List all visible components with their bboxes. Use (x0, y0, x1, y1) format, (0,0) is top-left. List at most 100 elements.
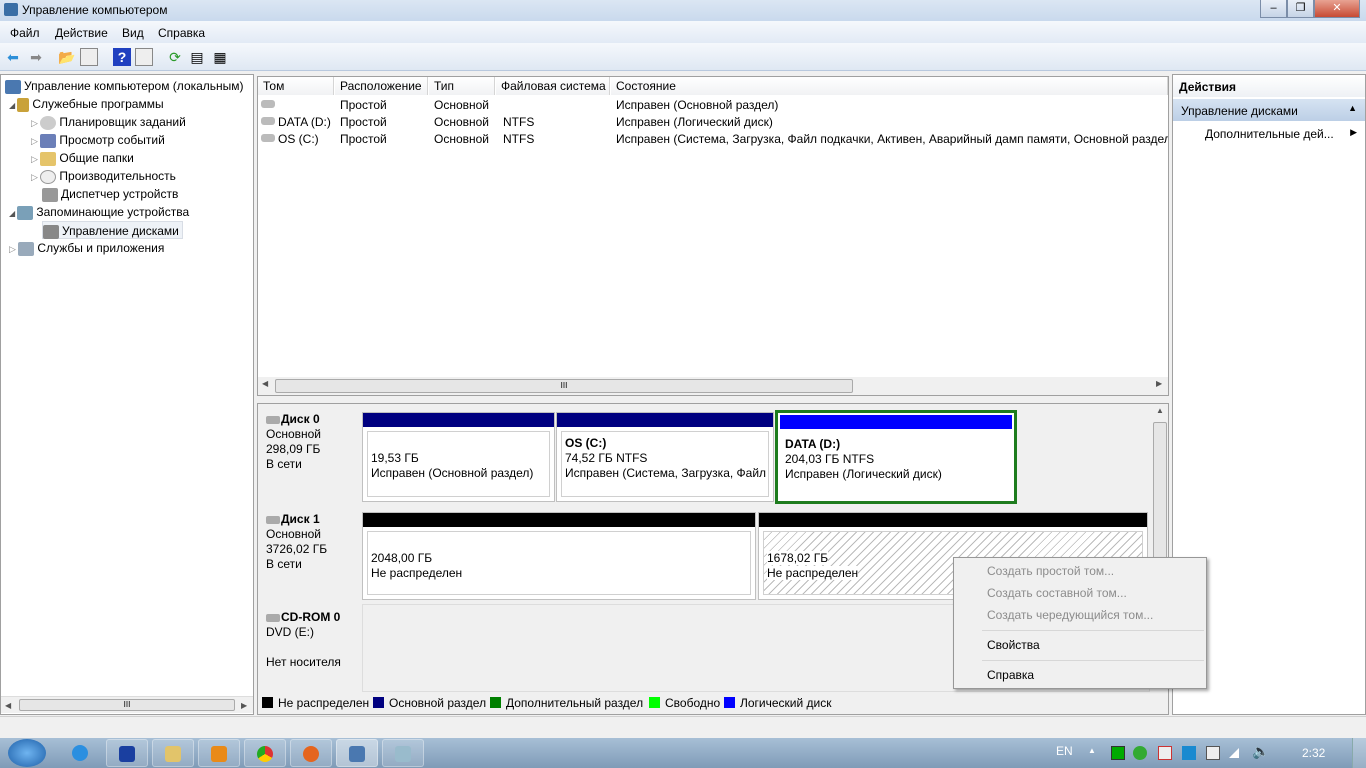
menu-item-new-spanned-volume[interactable]: Создать составной том... (987, 586, 1127, 600)
disk-1-label[interactable]: Диск 1 Основной 3726,02 ГБ В сети (258, 506, 360, 602)
tree-item-system-tools[interactable]: ◢ Служебные программы (9, 95, 164, 113)
taskbar-app-1[interactable] (106, 739, 148, 767)
menu-bar: Файл Действие Вид Справка (0, 21, 1366, 43)
start-button[interactable] (8, 739, 46, 767)
tree-item-disk-management[interactable]: Управление дисками (42, 221, 183, 239)
cell: OS (C:) (278, 132, 319, 146)
taskbar-chrome[interactable] (244, 739, 286, 767)
tree-label: Службы и приложения (37, 241, 165, 255)
menu-item-properties[interactable]: Свойства (987, 638, 1040, 652)
storage-icon (17, 205, 34, 220)
computer-icon (5, 79, 21, 94)
tree-label: Производительность (59, 169, 176, 183)
column-volume[interactable]: Том (258, 77, 334, 95)
taskbar-media-player[interactable] (198, 739, 240, 767)
tree-item-task-scheduler[interactable]: ▷ Планировщик заданий (31, 113, 186, 131)
tray-volume-icon[interactable]: 🔈 (1252, 743, 1269, 760)
rescan-disks-icon[interactable]: ▦ (211, 48, 229, 66)
partition-primary[interactable]: 19,53 ГБ Исправен (Основной раздел) (362, 412, 555, 502)
collapse-icon: ▲ (1348, 103, 1357, 113)
tree-item-performance[interactable]: ▷ Производительность (31, 167, 176, 185)
column-status[interactable]: Состояние (611, 77, 1168, 95)
scroll-thumb[interactable]: III (19, 699, 235, 711)
menu-item-new-striped-volume[interactable]: Создать чередующийся том... (987, 608, 1153, 622)
partition-os-c[interactable]: OS (C:) 74,52 ГБ NTFS Исправен (Система, З… (556, 412, 774, 502)
taskbar-explorer[interactable] (152, 739, 194, 767)
refresh-icon[interactable]: ⟳ (166, 48, 184, 66)
tree-item-device-manager[interactable]: Диспетчер устройств (42, 185, 178, 203)
maximize-button[interactable]: ❐ (1287, 0, 1314, 18)
tree-root[interactable]: Управление компьютером (локальным) (5, 77, 244, 95)
tree-item-services-apps[interactable]: ▷ Службы и приложения (9, 239, 164, 257)
show-hide-action-pane-icon[interactable] (135, 48, 153, 66)
close-button[interactable]: ✕ (1314, 0, 1360, 18)
help-icon[interactable]: ? (113, 48, 131, 66)
column-filesystem[interactable]: Файловая система (496, 77, 610, 95)
volume-list: Том Расположение Тип Файловая система Со… (257, 76, 1169, 396)
disk-icon (266, 515, 280, 524)
cell: Основной (434, 132, 490, 146)
taskbar-firefox[interactable] (290, 739, 332, 767)
volume-list-horizontal-scrollbar[interactable]: ◀ III ▶ (258, 377, 1168, 395)
tray-power-icon[interactable] (1206, 746, 1220, 760)
properties-icon[interactable]: ▤ (188, 48, 206, 66)
tree-horizontal-scrollbar[interactable]: ◀ III ▶ (1, 696, 253, 713)
minimize-button[interactable]: – (1260, 0, 1287, 18)
tray-usb-safe-remove-icon[interactable] (1133, 746, 1147, 760)
disk-status: В сети (266, 457, 302, 471)
taskbar-paint[interactable] (382, 739, 424, 767)
show-hidden-icons[interactable]: ▲ (1088, 746, 1096, 755)
show-desktop-button[interactable] (1352, 738, 1366, 768)
device-manager-icon (42, 187, 58, 202)
cdrom-0-label[interactable]: CD-ROM 0 DVD (E:) Нет носителя (258, 604, 360, 692)
event-log-icon (40, 133, 57, 148)
partition-unallocated-1[interactable]: 2048,00 ГБ Не распределен (362, 512, 756, 600)
tray-action-center-icon[interactable] (1158, 746, 1172, 760)
tree-root-label: Управление компьютером (локальным) (24, 79, 244, 93)
tray-wireless-app-icon[interactable] (1182, 746, 1196, 760)
tree-label: Запоминающие устройства (36, 205, 190, 219)
tree-item-storage[interactable]: ◢ Запоминающие устройства (9, 203, 189, 221)
back-icon[interactable]: ⬅ (4, 48, 22, 66)
column-type[interactable]: Тип (429, 77, 495, 95)
partition-size: 1678,02 ГБ (767, 551, 829, 565)
table-row[interactable]: Простой Основной Исправен (Основной разд… (258, 97, 1168, 114)
tray-monitor-icon[interactable] (1111, 746, 1125, 760)
menu-help[interactable]: Справка (158, 26, 205, 40)
tray-network-icon[interactable] (1229, 748, 1239, 758)
show-hide-tree-icon[interactable] (80, 48, 98, 66)
tree-label: Общие папки (59, 151, 134, 165)
window-title: Управление компьютером (22, 3, 168, 17)
cell: Основной (434, 98, 490, 112)
submenu-arrow-icon: ▶ (1350, 127, 1357, 137)
forward-icon[interactable]: ➡ (27, 48, 45, 66)
language-indicator[interactable]: EN (1056, 744, 1073, 758)
taskbar-ie[interactable] (60, 739, 102, 767)
legend-primary: Основной раздел (373, 696, 486, 710)
disk-0-label[interactable]: Диск 0 Основной 298,09 ГБ В сети (258, 406, 360, 504)
partition-size: 2048,00 ГБ (371, 551, 433, 565)
clock[interactable]: 2:32 (1302, 746, 1325, 760)
menu-file[interactable]: Файл (10, 26, 40, 40)
tools-icon (17, 97, 30, 112)
taskbar-computer-management[interactable] (336, 739, 378, 767)
partition-data-d[interactable]: DATA (D:) 204,03 ГБ NTFS Исправен (Логичес… (775, 410, 1017, 504)
actions-section-disk-management[interactable]: Управление дисками ▲ (1173, 99, 1365, 121)
table-row[interactable]: DATA (D:) Простой Основной NTFS Исправен… (258, 114, 1168, 131)
up-folder-icon[interactable]: 📂 (58, 48, 76, 66)
scroll-thumb[interactable]: III (275, 379, 853, 393)
menu-action[interactable]: Действие (55, 26, 108, 40)
tree-item-event-viewer[interactable]: ▷ Просмотр событий (31, 131, 165, 149)
menu-item-help[interactable]: Справка (987, 668, 1034, 682)
cell: Исправен (Основной раздел) (616, 98, 779, 112)
disk-status: В сети (266, 557, 302, 571)
legend-extended: Дополнительный раздел (490, 696, 643, 710)
table-row[interactable]: OS (C:) Простой Основной NTFS Исправен (… (258, 131, 1168, 148)
action-more[interactable]: Дополнительные дей... ▶ (1205, 127, 1365, 141)
menu-item-new-simple-volume[interactable]: Создать простой том... (987, 564, 1114, 578)
menu-view[interactable]: Вид (122, 26, 144, 40)
legend-logical: Логический диск (724, 696, 832, 710)
tree-item-shared-folders[interactable]: ▷ Общие папки (31, 149, 134, 167)
column-layout[interactable]: Расположение (335, 77, 428, 95)
tree-label: Планировщик заданий (59, 115, 186, 129)
